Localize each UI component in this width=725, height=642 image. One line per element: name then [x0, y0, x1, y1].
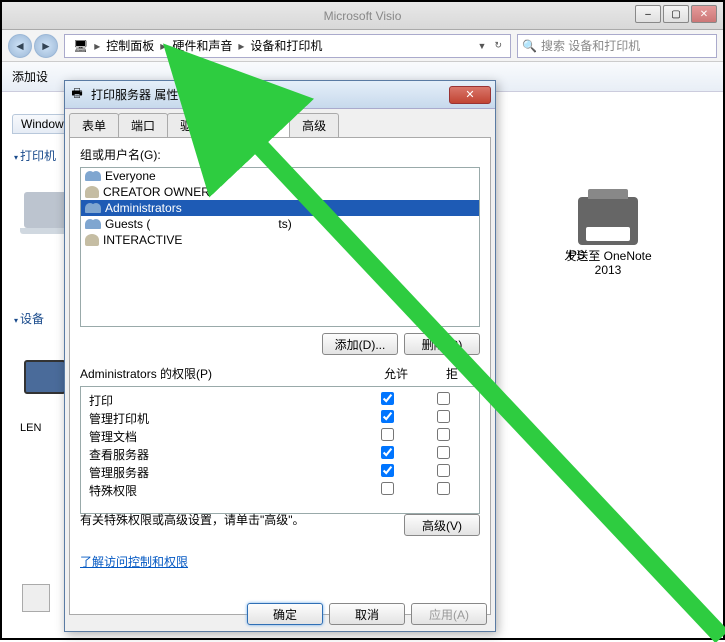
app-title: Microsoft Visio	[2, 9, 723, 23]
users-icon	[85, 170, 101, 182]
group-row[interactable]: Guests (ts)	[81, 216, 479, 232]
permission-name: 管理打印机	[89, 410, 359, 427]
search-icon: 🔍	[522, 39, 537, 53]
deny-column-header: 拒	[424, 365, 480, 382]
chevron-down-icon: ▾	[14, 153, 18, 162]
dialog-titlebar[interactable]: 🖶 打印服务器 属性 ✕	[65, 81, 495, 109]
groups-label: 组或用户名(G):	[80, 146, 480, 163]
explorer-titlebar: Microsoft Visio – ▢ ✕	[2, 2, 723, 30]
window-controls: – ▢ ✕	[635, 5, 717, 23]
nav-arrows: ◄ ►	[8, 34, 58, 58]
permissions-title: Administrators 的权限(P)	[80, 365, 368, 382]
tab-security[interactable]: 安全	[240, 113, 290, 137]
breadcrumb-item[interactable]: 控制面板	[102, 37, 158, 54]
device-icon[interactable]	[22, 584, 50, 612]
printer-label: 发送至 OneNote 2013	[548, 249, 668, 277]
advanced-button[interactable]: 高级(V)	[404, 514, 480, 536]
permission-row: 查看服务器	[89, 445, 471, 463]
tabs: 表单 端口 驱动程序 安全 高级	[65, 109, 495, 137]
permission-row: 管理文档	[89, 427, 471, 445]
add-button[interactable]: 添加(D)...	[322, 333, 398, 355]
deny-checkbox[interactable]	[437, 482, 450, 495]
close-button[interactable]: ✕	[691, 5, 717, 23]
allow-checkbox[interactable]	[381, 410, 394, 423]
permission-row: 打印	[89, 391, 471, 409]
deny-checkbox[interactable]	[437, 428, 450, 441]
breadcrumb-sep: ▸	[158, 39, 168, 53]
permissions-header: Administrators 的权限(P) 允许 拒	[80, 365, 480, 382]
printer-icon: 🖶	[69, 87, 85, 103]
category-devices[interactable]: ▾设备	[14, 310, 44, 327]
tab-ports[interactable]: 端口	[118, 113, 168, 137]
permission-name: 查看服务器	[89, 446, 359, 463]
permissions-list: 打印管理打印机管理文档查看服务器管理服务器特殊权限	[80, 386, 480, 514]
category-printers[interactable]: ▾打印机	[14, 147, 56, 164]
deny-checkbox[interactable]	[437, 446, 450, 459]
group-buttons: 添加(D)... 删除(R)	[80, 333, 480, 355]
allow-checkbox[interactable]	[381, 482, 394, 495]
ok-button[interactable]: 确定	[247, 603, 323, 625]
group-row-selected[interactable]: Administrators	[81, 200, 479, 216]
advanced-button-row: 高级(V)	[404, 514, 480, 536]
groups-list[interactable]: Everyone CREATOR OWNER Administrators Gu…	[80, 167, 480, 327]
deny-checkbox[interactable]	[437, 410, 450, 423]
allow-checkbox[interactable]	[381, 464, 394, 477]
users-icon	[85, 202, 101, 214]
toolbar-add-device[interactable]: 添加设	[12, 68, 48, 85]
allow-checkbox[interactable]	[381, 392, 394, 405]
permission-name: 管理服务器	[89, 464, 359, 481]
explorer-nav: ◄ ► 🖥 ▸ 控制面板 ▸ 硬件和声音 ▸ 设备和打印机 ▼ ↻ 🔍 搜索 设…	[2, 30, 723, 62]
search-input[interactable]: 🔍 搜索 设备和打印机	[517, 34, 717, 58]
user-icon	[85, 186, 99, 198]
back-button[interactable]: ◄	[8, 34, 32, 58]
deny-checkbox[interactable]	[437, 464, 450, 477]
forward-button[interactable]: ►	[34, 34, 58, 58]
security-panel: 组或用户名(G): Everyone CREATOR OWNER Adminis…	[69, 137, 491, 615]
device-label: LEN	[20, 422, 41, 434]
cancel-button[interactable]: 取消	[329, 603, 405, 625]
allow-checkbox[interactable]	[381, 446, 394, 459]
learn-access-control-link[interactable]: 了解访问控制和权限	[80, 553, 188, 570]
deny-checkbox[interactable]	[437, 392, 450, 405]
group-row[interactable]: CREATOR OWNER	[81, 184, 479, 200]
breadcrumb-sep: ▸	[236, 39, 246, 53]
group-row[interactable]: INTERACTIVE	[81, 232, 479, 248]
dialog-footer: 确定 取消 应用(A)	[247, 603, 487, 625]
breadcrumb-item[interactable]: 硬件和声音	[168, 37, 236, 54]
printer-item-onenote[interactable]: 发送至 OneNote 2013	[548, 197, 668, 277]
permission-row: 管理打印机	[89, 409, 471, 427]
tab-forms[interactable]: 表单	[69, 113, 119, 137]
maximize-button[interactable]: ▢	[663, 5, 689, 23]
chevron-down-icon: ▾	[14, 316, 18, 325]
breadcrumb-icon: 🖥	[69, 39, 92, 53]
tab-advanced[interactable]: 高级	[289, 113, 339, 137]
permission-name: 打印	[89, 392, 359, 409]
tab-drivers[interactable]: 驱动程序	[167, 113, 241, 137]
group-row[interactable]: Everyone	[81, 168, 479, 184]
allow-column-header: 允许	[368, 365, 424, 382]
print-server-properties-dialog: 🖶 打印服务器 属性 ✕ 表单 端口 驱动程序 安全 高级 组或用户名(G): …	[64, 80, 496, 632]
user-icon	[85, 234, 99, 246]
permission-row: 管理服务器	[89, 463, 471, 481]
users-icon	[85, 218, 101, 230]
permission-row: 特殊权限	[89, 481, 471, 499]
breadcrumb-sep: ▸	[92, 39, 102, 53]
close-button[interactable]: ✕	[449, 86, 491, 104]
breadcrumb-item[interactable]: 设备和打印机	[246, 37, 326, 54]
printer-icon[interactable]	[24, 192, 68, 228]
search-placeholder: 搜索 设备和打印机	[541, 37, 640, 54]
breadcrumb-dropdown-icon[interactable]: ▼	[474, 41, 491, 51]
remove-button[interactable]: 删除(R)	[404, 333, 480, 355]
breadcrumb-refresh-icon[interactable]: ↻	[490, 40, 506, 51]
advanced-note: 有关特殊权限或高级设置，请单击"高级"。	[80, 511, 305, 528]
minimize-button[interactable]: –	[635, 5, 661, 23]
printer-icon	[578, 197, 638, 245]
allow-checkbox[interactable]	[381, 428, 394, 441]
breadcrumb[interactable]: 🖥 ▸ 控制面板 ▸ 硬件和声音 ▸ 设备和打印机 ▼ ↻	[64, 34, 511, 58]
device-monitor-icon[interactable]	[24, 360, 66, 394]
permission-name: 特殊权限	[89, 482, 359, 499]
permission-name: 管理文档	[89, 428, 359, 445]
dialog-title: 打印服务器 属性	[91, 86, 449, 103]
apply-button[interactable]: 应用(A)	[411, 603, 487, 625]
